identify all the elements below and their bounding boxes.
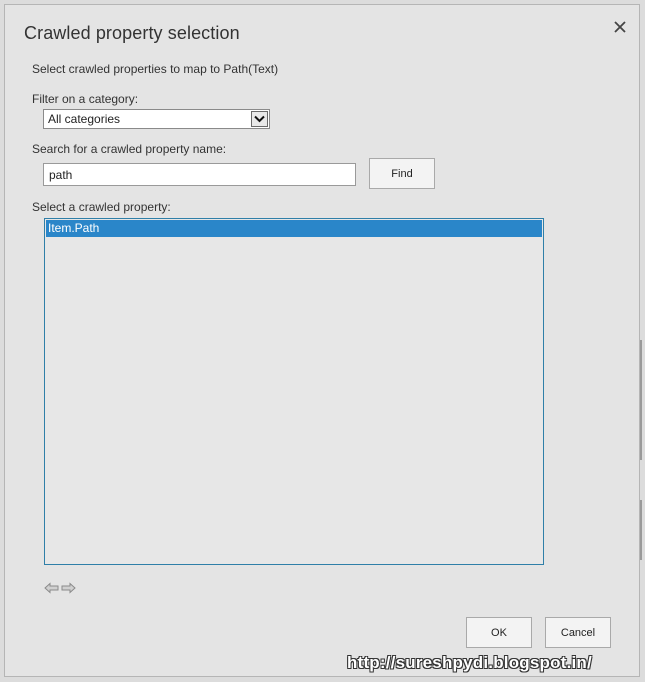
category-select[interactable]: All categories <box>43 109 270 129</box>
next-page-button[interactable] <box>61 579 76 598</box>
category-select-value: All categories <box>48 112 121 126</box>
property-search-input[interactable] <box>43 163 356 186</box>
crawled-property-list[interactable]: Item.Path <box>44 218 544 565</box>
filter-label: Filter on a category: <box>32 92 139 106</box>
list-pager <box>44 579 76 598</box>
arrow-right-icon <box>61 582 76 594</box>
background-divider <box>640 500 642 560</box>
background-divider <box>640 340 642 460</box>
arrow-left-icon <box>44 582 59 594</box>
crawled-property-dialog: Crawled property selection Select crawle… <box>4 4 640 677</box>
search-label: Search for a crawled property name: <box>32 142 227 156</box>
intro-text: Select crawled properties to map to Path… <box>32 62 279 76</box>
close-icon <box>614 21 626 33</box>
chevron-down-icon <box>254 115 265 123</box>
ok-button[interactable]: OK <box>466 617 532 648</box>
close-button[interactable] <box>611 18 629 36</box>
watermark-url: http://sureshpydi.blogspot.in/ <box>347 653 592 672</box>
dialog-title: Crawled property selection <box>24 23 240 43</box>
cancel-button[interactable]: Cancel <box>545 617 611 648</box>
find-button[interactable]: Find <box>369 158 435 189</box>
list-item[interactable]: Item.Path <box>46 220 542 237</box>
list-label: Select a crawled property: <box>32 200 171 214</box>
dropdown-button[interactable] <box>251 111 268 127</box>
prev-page-button[interactable] <box>44 579 59 598</box>
